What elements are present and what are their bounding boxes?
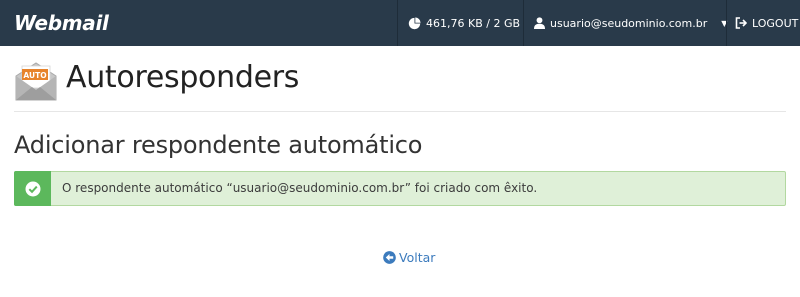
- alert-message: O respondente automático “usuario@seudom…: [62, 181, 538, 195]
- check-circle-icon: [25, 181, 40, 196]
- webmail-logo[interactable]: Webmail: [14, 10, 109, 36]
- user-icon: [534, 17, 545, 29]
- logout-label: LOGOUT: [752, 16, 799, 30]
- success-alert: O respondente automático “usuario@seudom…: [14, 171, 786, 206]
- envelope-auto-icon: AUTO: [15, 62, 57, 101]
- page-title: Autoresponders: [66, 60, 300, 95]
- auto-tag-text: AUTO: [23, 71, 46, 80]
- logout-icon: [735, 17, 747, 29]
- user-menu[interactable]: usuario@seudominio.com.br ▼: [523, 0, 727, 46]
- back-link[interactable]: Voltar: [383, 250, 435, 265]
- top-navbar: Webmail 461,76 KB / 2 GB usuario@seudomi…: [0, 0, 800, 46]
- back-label: Voltar: [399, 250, 436, 265]
- arrow-circle-left-icon: [383, 251, 396, 264]
- pie-chart-icon: [408, 16, 421, 29]
- section-title: Adicionar respondente automático: [14, 131, 423, 159]
- user-email: usuario@seudominio.com.br: [550, 16, 708, 30]
- header-divider: [14, 111, 786, 112]
- disk-usage-text: 461,76 KB / 2 GB: [426, 16, 521, 30]
- alert-icon-box: [14, 171, 51, 206]
- logout-button[interactable]: LOGOUT: [726, 0, 800, 46]
- disk-usage[interactable]: 461,76 KB / 2 GB: [397, 0, 523, 46]
